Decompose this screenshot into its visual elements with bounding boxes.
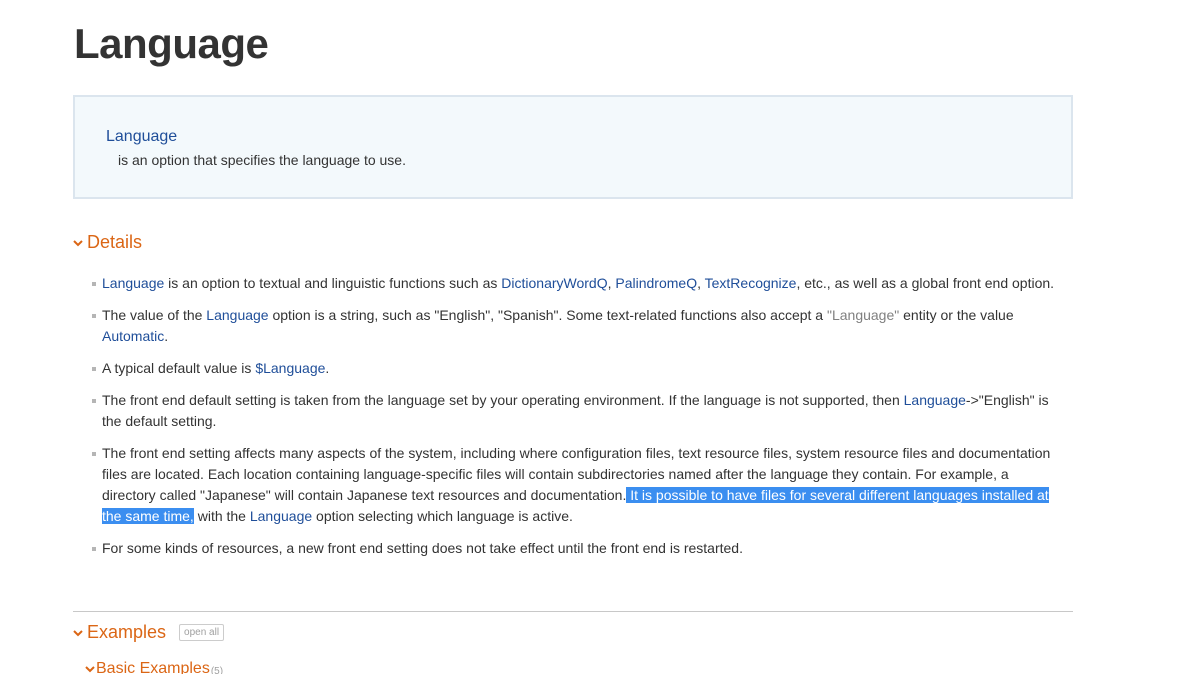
details-item: The value of the Language option is a st… [92,305,1062,347]
symbol-link[interactable]: Language [102,275,164,291]
details-text: . [325,360,330,376]
details-item: Language is an option to textual and lin… [92,273,1062,294]
symbol-link[interactable]: $Language [255,360,325,376]
details-text: , [697,275,705,291]
entity-text: "Language" [827,307,900,323]
symbol-link[interactable]: TextRecognize [705,275,797,291]
basic-examples-title: Basic Examples [96,660,210,674]
details-item: The front end default setting is taken f… [92,390,1062,432]
details-text: The front end default setting is taken f… [102,392,904,408]
page-title: Language [74,20,269,67]
details-title: Details [87,232,143,252]
section-divider [73,611,1073,612]
open-all-button[interactable]: open all [179,624,225,641]
details-section-toggle[interactable]: Details [73,232,142,253]
chevron-down-icon [85,666,95,673]
chevron-down-icon [73,239,83,246]
details-list: Language is an option to textual and lin… [92,273,1062,570]
details-text: , etc., as well as a global front end op… [796,275,1055,291]
details-text: option selecting which language is activ… [312,508,573,524]
symbol-link[interactable]: Language [206,307,268,323]
details-text: is an option to textual and linguistic f… [164,275,502,291]
symbol-link[interactable]: Automatic [102,328,164,344]
usage-box: Language is an option that specifies the… [73,95,1073,199]
symbol-link[interactable]: Language [250,508,312,524]
details-text: For some kinds of resources, a new front… [102,540,743,556]
basic-examples-toggle[interactable]: Basic Examples (5) [85,660,223,674]
details-text: option is a string, such as "English", "… [268,307,827,323]
symbol-link[interactable]: PalindromeQ [615,275,697,291]
details-text: with the [193,508,250,524]
details-item: A typical default value is $Language. [92,358,1062,379]
symbol-link[interactable]: Language [904,392,966,408]
symbol-link[interactable]: DictionaryWordQ [501,275,607,291]
details-item: For some kinds of resources, a new front… [92,538,1062,559]
details-text: The value of the [102,307,207,323]
basic-examples-count: (5) [210,665,224,674]
examples-section-toggle[interactable]: Examples open all [73,622,225,643]
details-text: entity or the value [899,307,1014,323]
examples-title: Examples [87,622,167,642]
details-text: . [164,328,169,344]
details-text: A typical default value is [102,360,256,376]
usage-description: is an option that specifies the language… [118,152,406,168]
details-item: The front end setting affects many aspec… [92,443,1062,527]
chevron-down-icon [73,629,83,636]
usage-code-link[interactable]: Language [106,128,177,146]
